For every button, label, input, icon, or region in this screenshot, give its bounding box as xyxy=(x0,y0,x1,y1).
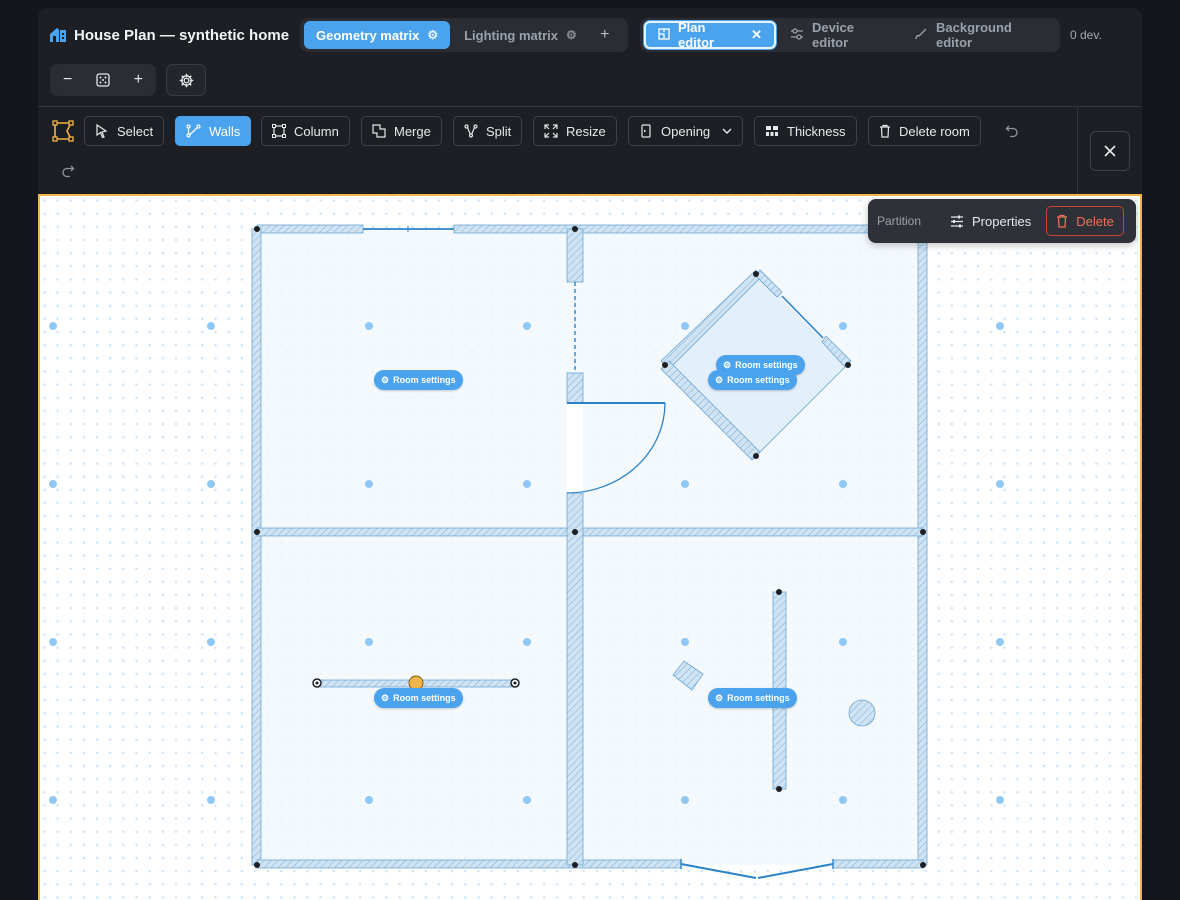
redo-icon[interactable] xyxy=(55,158,81,184)
add-matrix-button[interactable]: + xyxy=(591,21,619,49)
brush-icon xyxy=(914,28,928,43)
settings-button[interactable] xyxy=(166,64,206,96)
merge-tool-button[interactable]: Merge xyxy=(361,116,442,146)
tool-label: Resize xyxy=(566,123,606,139)
polygon-tool-icon xyxy=(50,118,76,144)
column-tool-button[interactable]: Column xyxy=(261,116,350,146)
column-icon xyxy=(272,124,286,138)
tab-label: Geometry matrix xyxy=(316,27,420,43)
tab-plan-editor[interactable]: Plan editor ✕ xyxy=(644,20,777,50)
tool-label: Walls xyxy=(209,123,241,139)
split-icon xyxy=(464,124,478,138)
tab-label: Lighting matrix xyxy=(464,27,558,43)
gear-icon xyxy=(179,73,193,87)
tab-background-editor[interactable]: Background editor xyxy=(902,20,1056,50)
tab-label: Background editor xyxy=(935,20,1012,50)
app-title: House Plan — synthetic home xyxy=(48,26,289,44)
tool-label: Select xyxy=(117,123,154,139)
opening-tool-dropdown[interactable]: Opening xyxy=(628,116,744,146)
properties-label: Properties xyxy=(972,213,1032,229)
partition-popover: Partition Properties Delete xyxy=(868,199,1136,243)
merge-icon xyxy=(372,124,386,138)
floor-plan[interactable] xyxy=(38,194,1142,900)
room-settings-chip[interactable]: ⚙ Room settings xyxy=(374,370,463,390)
room-settings-chip[interactable]: ⚙ Room settings xyxy=(374,688,463,708)
cursor-icon xyxy=(96,124,108,138)
tool-label: Delete room xyxy=(899,123,970,139)
editor-tabs: Plan editor ✕ Device editor Background e… xyxy=(640,18,1060,52)
bricks-icon xyxy=(766,126,778,136)
sliders-icon xyxy=(951,215,963,227)
thickness-tool-button[interactable]: Thickness xyxy=(754,116,857,146)
fit-view-icon[interactable] xyxy=(88,73,118,87)
plan-toolbar: Select Walls Column Merge Split Resize O… xyxy=(38,106,1142,195)
chip-label: Room settings xyxy=(735,360,798,370)
resize-tool-button[interactable]: Resize xyxy=(533,116,617,146)
gear-icon: ⚙ xyxy=(715,692,724,703)
room-settings-chip[interactable]: ⚙ Room settings xyxy=(708,688,797,708)
undo-icon[interactable] xyxy=(999,118,1025,144)
gear-icon: ⚙ xyxy=(381,374,390,385)
app-window: House Plan — synthetic home Geometry mat… xyxy=(38,8,1142,900)
matrix-tabs: Geometry matrix ⚙ Lighting matrix ⚙ + xyxy=(300,18,628,52)
tool-label: Opening xyxy=(661,123,711,139)
toolbar-divider xyxy=(1077,107,1078,195)
room-settings-chip[interactable]: ⚙ Room settings xyxy=(708,370,797,390)
tab-label: Plan editor xyxy=(678,20,715,50)
gear-icon: ⚙ xyxy=(381,692,390,703)
tab-lighting-matrix[interactable]: Lighting matrix ⚙ xyxy=(452,21,589,49)
tool-label: Column xyxy=(294,123,339,139)
tab-geometry-matrix[interactable]: Geometry matrix ⚙ xyxy=(304,21,451,49)
delete-button[interactable]: Delete xyxy=(1046,206,1124,236)
popover-label: Partition xyxy=(877,214,922,228)
gear-icon: ⚙ xyxy=(723,359,732,370)
delete-room-button[interactable]: Delete room xyxy=(868,116,981,146)
trash-icon xyxy=(1057,214,1068,228)
gear-icon[interactable]: ⚙ xyxy=(427,28,438,42)
walls-icon xyxy=(186,124,201,138)
header: House Plan — synthetic home Geometry mat… xyxy=(38,8,1142,106)
tab-device-editor[interactable]: Device editor xyxy=(778,20,900,50)
app-title-text: House Plan — synthetic home xyxy=(74,26,290,44)
zoom-controls: − + xyxy=(50,64,156,96)
chevron-down-icon xyxy=(722,128,732,134)
gear-icon[interactable]: ⚙ xyxy=(566,28,577,42)
chip-label: Room settings xyxy=(727,375,790,385)
close-tab-icon[interactable]: ✕ xyxy=(751,27,762,43)
trash-icon xyxy=(880,124,890,138)
properties-button[interactable]: Properties xyxy=(941,206,1040,236)
split-tool-button[interactable]: Split xyxy=(453,116,523,146)
walls-tool-button[interactable]: Walls xyxy=(175,116,252,146)
chip-label: Room settings xyxy=(727,693,790,703)
device-count: 0 dev. xyxy=(1070,28,1102,42)
gear-icon: ⚙ xyxy=(715,374,724,385)
chip-label: Room settings xyxy=(393,375,456,385)
resize-icon xyxy=(544,124,558,138)
zoom-in-button[interactable]: + xyxy=(123,71,153,89)
select-tool-button[interactable]: Select xyxy=(84,116,165,146)
house-plan-icon xyxy=(48,26,68,44)
zoom-out-button[interactable]: − xyxy=(53,71,83,89)
delete-label: Delete xyxy=(1076,213,1114,229)
plan-icon xyxy=(658,27,670,43)
close-editor-button[interactable] xyxy=(1090,131,1130,171)
sliders-icon xyxy=(790,27,804,43)
chip-label: Room settings xyxy=(393,693,456,703)
door-icon xyxy=(641,124,651,138)
tool-label: Merge xyxy=(394,123,431,139)
room-floors xyxy=(257,229,923,865)
plan-canvas[interactable]: ⚙ Room settings ⚙ Room settings ⚙ Room s… xyxy=(38,194,1142,900)
tool-label: Thickness xyxy=(787,123,846,139)
close-icon xyxy=(1104,145,1116,157)
tool-label: Split xyxy=(486,123,512,139)
tab-label: Device editor xyxy=(812,20,854,50)
